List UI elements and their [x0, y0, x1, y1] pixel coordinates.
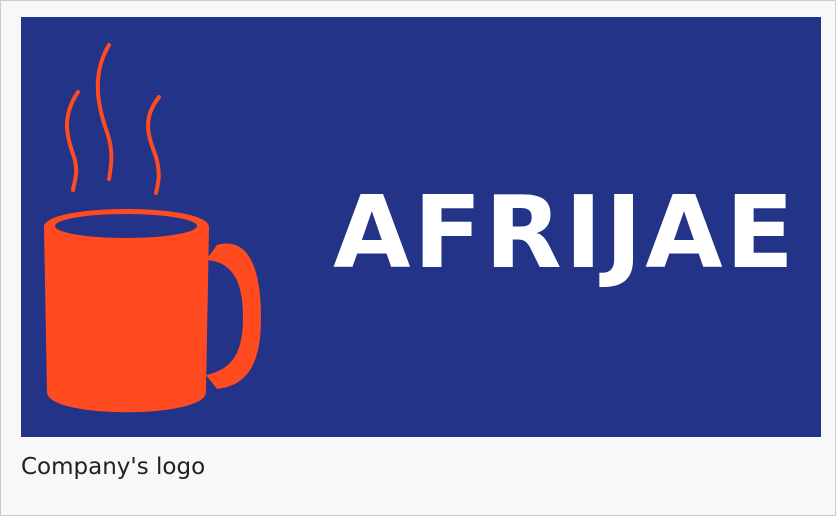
company-logo[interactable]: AFRIJAE [21, 17, 821, 437]
image-caption: Company's logo [21, 454, 206, 480]
logo-graphic: AFRIJAE [21, 17, 821, 437]
image-frame: AFRIJAE Company's logo [0, 0, 836, 516]
brand-wordmark: AFRIJAE [333, 174, 797, 291]
